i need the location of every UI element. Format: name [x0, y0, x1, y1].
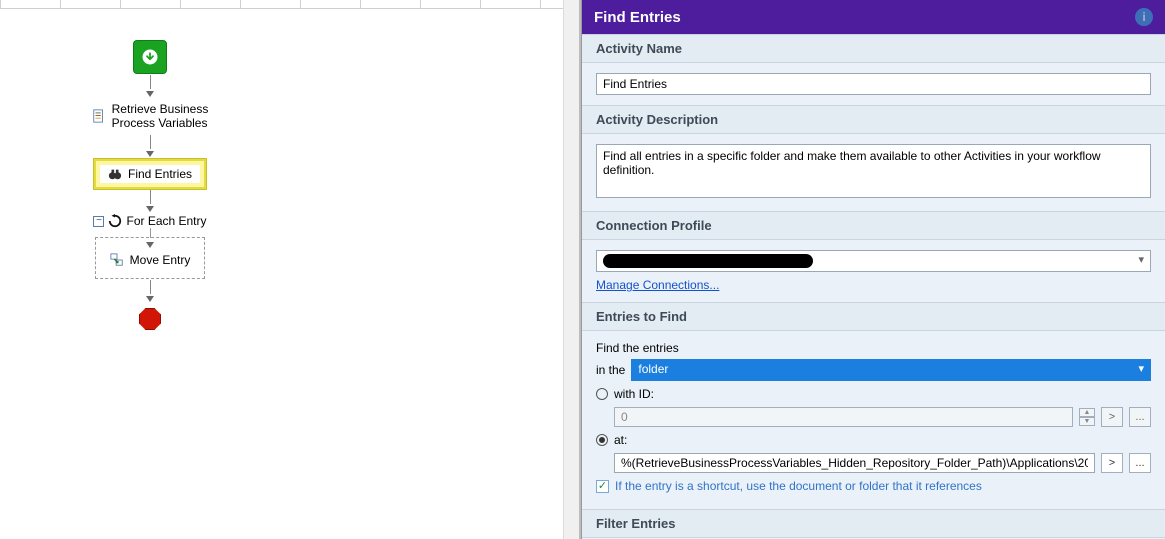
section-header-filter-entries: Filter Entries — [582, 509, 1165, 538]
activity-description-textarea[interactable] — [596, 144, 1151, 198]
activity-label: Find Entries — [128, 167, 192, 181]
at-path-radio[interactable] — [596, 434, 608, 446]
section-header-activity-description: Activity Description — [582, 105, 1165, 134]
loop-icon — [108, 214, 122, 228]
find-the-entries-label: Find the entries — [596, 341, 1151, 355]
connection-profile-value-redacted — [603, 254, 813, 268]
section-header-entries-to-find: Entries to Find — [582, 302, 1165, 331]
section-header-connection-profile: Connection Profile — [582, 211, 1165, 240]
with-id-radio[interactable] — [596, 388, 608, 400]
loop-body-container[interactable]: Move Entry — [95, 237, 205, 279]
end-node-icon[interactable] — [139, 308, 161, 330]
activity-find-entries[interactable]: Find Entries — [94, 159, 206, 189]
panel-title-bar: Find Entries i — [582, 0, 1165, 34]
activity-label: For Each Entry — [126, 214, 206, 228]
manage-connections-link[interactable]: Manage Connections... — [596, 278, 719, 292]
shortcut-checkbox-label: If the entry is a shortcut, use the docu… — [615, 479, 982, 493]
help-icon[interactable]: i — [1135, 8, 1153, 26]
panel-title: Find Entries — [594, 9, 681, 26]
section-header-activity-name: Activity Name — [582, 34, 1165, 63]
scope-select-value: folder — [638, 362, 668, 376]
path-token-button[interactable]: > — [1101, 453, 1123, 473]
activity-label: Retrieve Business Process Variables — [112, 102, 209, 131]
connection-profile-select[interactable] — [596, 250, 1151, 272]
id-token-button: > — [1101, 407, 1123, 427]
activity-label: Move Entry — [130, 253, 191, 267]
path-browse-button[interactable]: ... — [1129, 453, 1151, 473]
path-input[interactable] — [614, 453, 1095, 473]
collapse-toggle-icon[interactable]: − — [93, 216, 104, 227]
move-entry-icon — [110, 253, 124, 267]
in-the-label: in the — [596, 363, 625, 377]
entry-id-input: 0 — [614, 407, 1073, 427]
workflow-canvas[interactable]: Retrieve Business Process Variables Find… — [0, 0, 581, 539]
activity-for-each-entry[interactable]: − For Each Entry — [93, 214, 206, 228]
id-browse-button: ... — [1129, 407, 1151, 427]
start-node-icon[interactable] — [133, 40, 167, 74]
activity-retrieve-business-process-variables[interactable]: Retrieve Business Process Variables — [86, 99, 215, 134]
binoculars-icon — [108, 167, 122, 181]
scope-select[interactable]: folder — [631, 359, 1151, 381]
with-id-label: with ID: — [614, 387, 654, 401]
at-path-label: at: — [614, 433, 627, 447]
activity-name-input[interactable] — [596, 73, 1151, 95]
entry-id-spinner: ▲▼ — [1079, 408, 1095, 426]
activity-move-entry[interactable]: Move Entry — [104, 250, 197, 270]
properties-pane: Find Entries i Activity Name Activity De… — [581, 0, 1165, 539]
document-variables-icon — [92, 109, 106, 123]
shortcut-checkbox[interactable]: ✓ — [596, 480, 609, 493]
vertical-scrollbar[interactable] — [563, 0, 579, 539]
